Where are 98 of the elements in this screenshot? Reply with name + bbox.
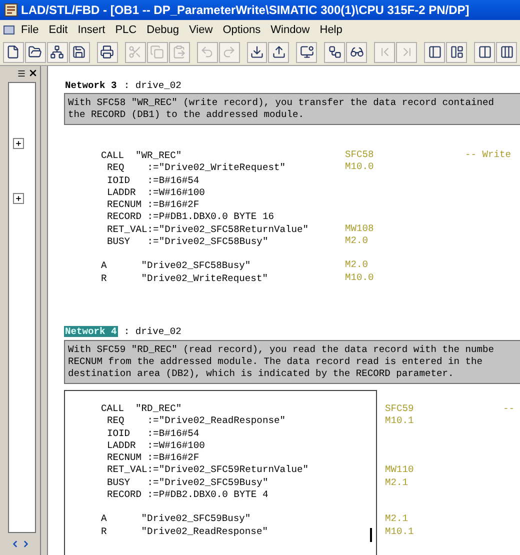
code-line: REQ :="Drive02_ReadResponse" — [107, 415, 286, 428]
symbol-comment: -- — [503, 402, 516, 416]
symbol-address: M2.0 — [345, 259, 370, 272]
expand-icon[interactable] — [13, 138, 24, 149]
symbol-address: M2.1 — [385, 476, 410, 490]
code-line: RECNUM :=B#16#2F — [107, 199, 200, 212]
network-icon — [50, 45, 64, 59]
upload-icon — [272, 45, 286, 59]
symbol-address: M2.1 — [385, 513, 410, 526]
app-icon — [4, 3, 18, 17]
code-line: CALL "WR_REC" — [101, 150, 182, 162]
comment-line: With SFC59 "RD_REC" (read record), you read the data record with the numbe — [68, 344, 496, 356]
printer-icon — [100, 45, 114, 59]
new-file-icon — [6, 45, 20, 59]
menu-item[interactable]: Edit — [44, 24, 73, 36]
comment-line: With SFC58 "WR_REC" (write record), you transfer the data record contained — [68, 97, 496, 109]
toolbar-button[interactable] — [96, 42, 118, 62]
toolbar-button[interactable] — [296, 42, 318, 62]
expand-icon[interactable] — [13, 193, 24, 204]
menu-icon[interactable] — [17, 68, 26, 78]
menu-item[interactable]: View — [184, 24, 218, 36]
comment-line: the RECORD (DB1) to the addressed module. — [68, 109, 306, 121]
scissors-icon — [128, 45, 142, 59]
network-title: : drive_02 — [124, 326, 182, 338]
symbol-address: MW108 — [345, 222, 375, 236]
code-line: R "Drive02_ReadResponse" — [101, 526, 268, 538]
redo-icon — [222, 45, 236, 59]
toolbar-button[interactable] — [424, 42, 446, 62]
code-line: A "Drive02_SFC59Busy" — [101, 513, 251, 526]
toolbar-button[interactable] — [346, 42, 368, 62]
toolbar-button[interactable] — [24, 42, 46, 62]
contact-icon — [478, 45, 492, 59]
menu-item[interactable]: Help — [314, 24, 348, 36]
network-title: : drive_02 — [124, 80, 182, 90]
code-line: R "Drive02_WriteRequest" — [101, 272, 268, 285]
layout-icon — [450, 45, 464, 59]
symbol-address: SFC59 — [385, 402, 415, 416]
toolbar-button[interactable] — [474, 42, 496, 62]
coil-icon — [500, 45, 514, 59]
symbol-address: M10.0 — [345, 161, 375, 174]
toolbar-button[interactable] — [496, 42, 518, 62]
toolbar-button[interactable] — [446, 42, 468, 62]
nodes-icon — [328, 45, 342, 59]
network-label[interactable]: Network 4 — [64, 326, 118, 338]
menu-item[interactable]: Options — [218, 24, 266, 36]
comment-line: destination area (DB2), which is indicated by the RECORD parameter. — [68, 368, 455, 380]
code-line: IOID :=B#16#54 — [107, 428, 200, 440]
plus-icon — [15, 140, 22, 147]
copy-icon — [150, 45, 164, 59]
menu-item[interactable]: Window — [266, 24, 315, 36]
close-icon[interactable] — [28, 68, 38, 78]
monitor-icon — [300, 45, 314, 59]
panel-icon — [428, 45, 442, 59]
code-line: A "Drive02_SFC58Busy" — [101, 260, 251, 273]
code-line: IOID :=B#16#54 — [107, 174, 200, 187]
window-title: LAD/STL/FBD - [OB1 -- DP_ParameterWrite\SIMATIC 300(1)\CPU 315F-2 PN/DP] — [21, 3, 470, 17]
network-label[interactable]: Network 3 — [64, 80, 118, 90]
symbol-comment: -- Write — [465, 149, 512, 162]
download-icon — [250, 45, 264, 59]
code-line: BUSY :="Drive02_SFC59Busy" — [107, 476, 268, 490]
code-line: RET_VAL:="Drive02_SFC58ReturnValue" — [107, 224, 309, 236]
toolbar-button[interactable] — [268, 42, 290, 62]
code-line: BUSY :="Drive02_SFC58Busy" — [107, 236, 268, 248]
code-line: CALL "RD_REC" — [101, 402, 182, 416]
symbol-address: MW110 — [385, 464, 415, 477]
symbol-address: M10.1 — [385, 415, 415, 428]
undo-icon — [200, 45, 214, 59]
network-comment-box[interactable]: With SFC58 "WR_REC" (write record), you transfer the data record contained the RECORD (DB1) to the addressed module. — [64, 93, 520, 125]
code-line: RECORD :=P#DB1.DBX0.0 BYTE 16 — [107, 211, 274, 224]
menu-item[interactable]: Insert — [72, 24, 110, 36]
symbol-address: M2.0 — [345, 235, 370, 248]
code-line: RECORD :=P#DB2.DBX0.0 BYTE 4 — [107, 489, 268, 502]
code-line: LADDR :=W#16#100 — [107, 186, 205, 200]
code-line: RECNUM :=B#16#2F — [107, 452, 200, 464]
toolbar-button[interactable] — [68, 42, 90, 62]
menu-item[interactable]: File — [16, 24, 44, 36]
plus-icon — [15, 195, 22, 202]
symbol-address: M10.1 — [385, 526, 415, 538]
paste-icon — [172, 45, 186, 59]
statement-box[interactable] — [64, 390, 377, 555]
code-line: REQ :="Drive02_WriteRequest" — [107, 162, 286, 175]
toolbar-button[interactable] — [246, 42, 268, 62]
toolbar-button[interactable] — [46, 42, 68, 62]
code-line: LADDR :=W#16#100 — [107, 440, 205, 452]
document-icon[interactable] — [2, 22, 16, 36]
menu-item[interactable]: PLC — [110, 24, 142, 36]
save-icon — [72, 45, 86, 59]
comment-line: RECNUM from the addressed module. The data record read is entered in the — [68, 356, 484, 368]
network-comment-box[interactable] — [64, 340, 520, 384]
symbol-address: SFC58 — [345, 149, 375, 162]
symbol-address: M10.0 — [345, 272, 375, 284]
toolbar-button[interactable] — [3, 42, 24, 62]
toolbar-button[interactable] — [324, 42, 346, 62]
folder-icon — [28, 45, 42, 59]
text-cursor — [370, 528, 372, 542]
menu-item[interactable]: Debug — [142, 24, 184, 36]
code-line: RET_VAL:="Drive02_SFC59ReturnValue" — [107, 464, 309, 477]
glasses-icon — [350, 45, 364, 59]
